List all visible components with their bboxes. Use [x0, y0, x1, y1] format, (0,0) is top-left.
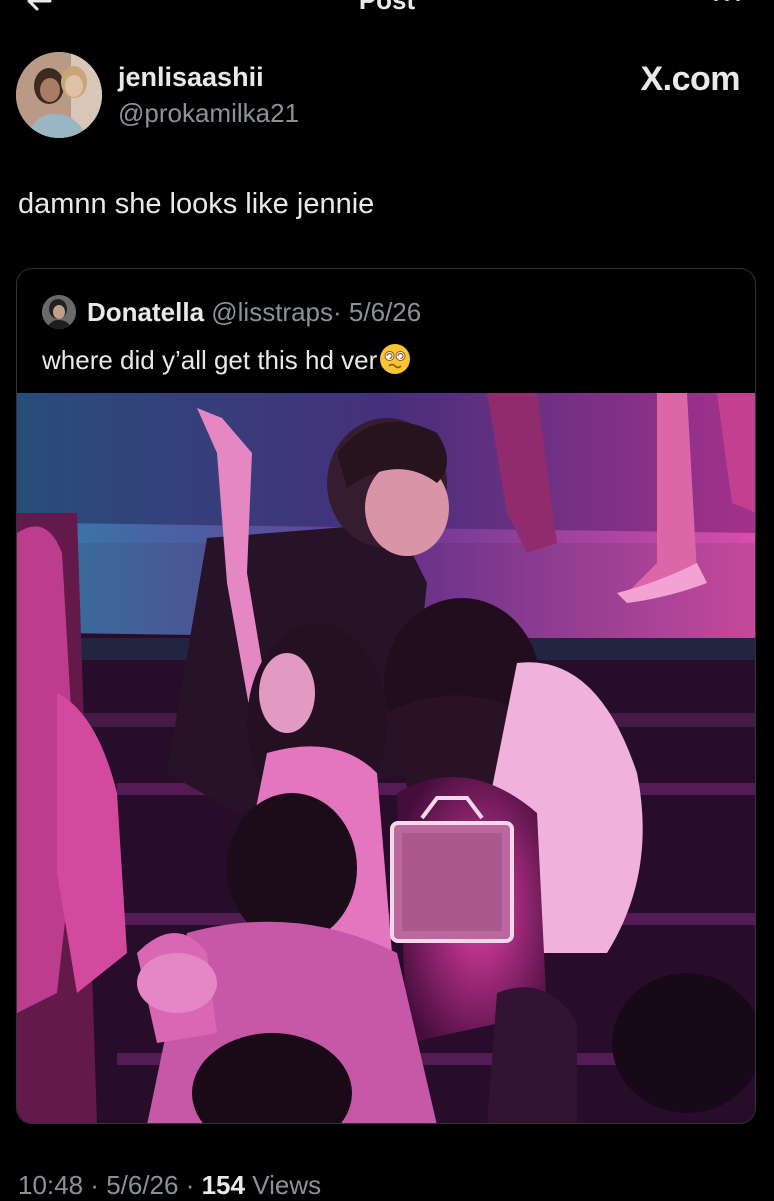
- quoted-author-handle: @lisstraps: [211, 297, 334, 327]
- views-count: 154: [201, 1170, 245, 1200]
- quoted-text-content: where did y’all get this hd ver: [42, 345, 378, 375]
- author-name[interactable]: jenlisaashii: [118, 62, 264, 93]
- quoted-post-photo[interactable]: [17, 393, 756, 1124]
- top-navigation-bar: Post: [0, 0, 774, 18]
- views-label: Views: [244, 1170, 322, 1200]
- author-handle[interactable]: @prokamilka21: [118, 98, 299, 129]
- quoted-author-avatar: [42, 295, 76, 329]
- x-com-logo: X.com: [640, 60, 740, 98]
- dizzy-face-emoji-icon: [380, 344, 411, 374]
- author-avatar[interactable]: [16, 52, 102, 138]
- more-options-icon[interactable]: [712, 0, 742, 4]
- post-metadata: 10:48 · 5/6/26 · 154 Views: [18, 1170, 321, 1201]
- quoted-post-card[interactable]: Donatella @lisstraps· 5/6/26 where did y…: [16, 268, 756, 1124]
- separator-dot: ·: [178, 1170, 202, 1200]
- quoted-author-name: Donatella: [87, 297, 205, 327]
- separator-dot: ·: [83, 1170, 107, 1200]
- separator-dot: ·: [333, 297, 342, 327]
- page-title: Post: [358, 0, 416, 15]
- quoted-post-header: Donatella @lisstraps· 5/6/26: [87, 297, 421, 328]
- quoted-post-date: 5/6/26: [348, 297, 422, 327]
- quoted-post-text: where did y’all get this hd ver: [42, 343, 411, 376]
- post-date: 5/6/26: [106, 1170, 179, 1200]
- post-time: 10:48: [18, 1170, 84, 1200]
- tweet-text: damnn she looks like jennie: [18, 188, 375, 220]
